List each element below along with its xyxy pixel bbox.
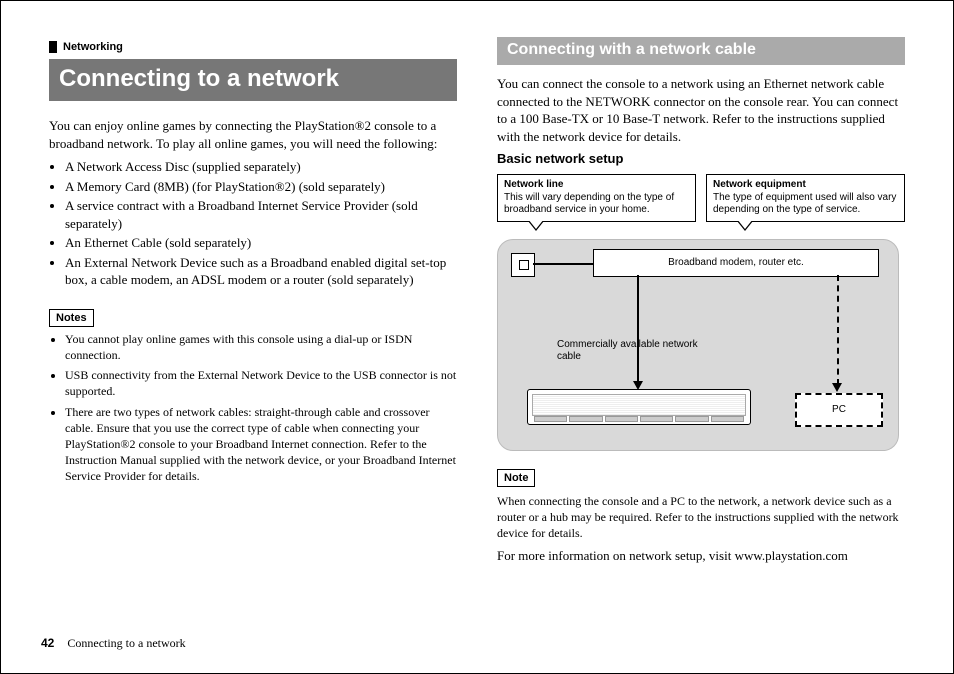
connection-line xyxy=(533,263,593,265)
footer-title: Connecting to a network xyxy=(67,636,185,650)
more-info: For more information on network setup, v… xyxy=(497,547,905,565)
list-item: An Ethernet Cable (sold separately) xyxy=(65,234,457,252)
notes-list: You cannot play online games with this c… xyxy=(49,331,457,485)
arrow-down-icon xyxy=(832,383,842,392)
note-body: When connecting the console and a PC to … xyxy=(497,493,905,542)
left-column: Networking Connecting to a network You c… xyxy=(49,37,457,571)
page-number: 42 xyxy=(41,636,54,650)
list-item: A Network Access Disc (supplied separate… xyxy=(65,158,457,176)
callout-network-equipment: Network equipment The type of equipment … xyxy=(706,174,905,222)
wall-jack-icon xyxy=(511,253,535,277)
page-footer: 42 Connecting to a network xyxy=(41,636,186,651)
pc-box: PC xyxy=(795,393,883,427)
console-icon xyxy=(527,389,751,425)
callout-title: Network equipment xyxy=(713,179,806,190)
list-item: A Memory Card (8MB) (for PlayStation®2) … xyxy=(65,178,457,196)
page-title: Connecting to a network xyxy=(49,59,457,101)
connection-line xyxy=(637,275,639,383)
list-item: USB connectivity from the External Netwo… xyxy=(65,367,457,399)
list-item: An External Network Device such as a Bro… xyxy=(65,254,457,289)
modem-box: Broadband modem, router etc. xyxy=(593,249,879,277)
list-item: A service contract with a Broadband Inte… xyxy=(65,197,457,232)
callout-network-line: Network line This will vary depending on… xyxy=(497,174,696,222)
callout-body: The type of equipment used will also var… xyxy=(713,192,896,216)
intro-paragraph: You can enjoy online games by connecting… xyxy=(49,117,457,152)
list-item: You cannot play online games with this c… xyxy=(65,331,457,363)
callout-row: Network line This will vary depending on… xyxy=(497,174,905,222)
intro-paragraph: You can connect the console to a network… xyxy=(497,75,905,145)
notes-label: Notes xyxy=(49,309,94,327)
section-heading: Connecting with a network cable xyxy=(497,37,905,65)
connection-line-dashed xyxy=(837,275,839,385)
list-item: There are two types of network cables: s… xyxy=(65,404,457,485)
callout-title: Network line xyxy=(504,179,563,190)
subheading: Basic network setup xyxy=(497,151,905,166)
note-label: Note xyxy=(497,469,535,487)
manual-page: Networking Connecting to a network You c… xyxy=(0,0,954,674)
callout-body: This will vary depending on the type of … xyxy=(504,192,674,216)
cable-label: Commercially available network cable xyxy=(557,339,717,364)
right-column: Connecting with a network cable You can … xyxy=(497,37,905,571)
network-diagram: Broadband modem, router etc. Commerciall… xyxy=(497,239,897,459)
section-tag: Networking xyxy=(49,41,123,53)
requirements-list: A Network Access Disc (supplied separate… xyxy=(49,158,457,289)
